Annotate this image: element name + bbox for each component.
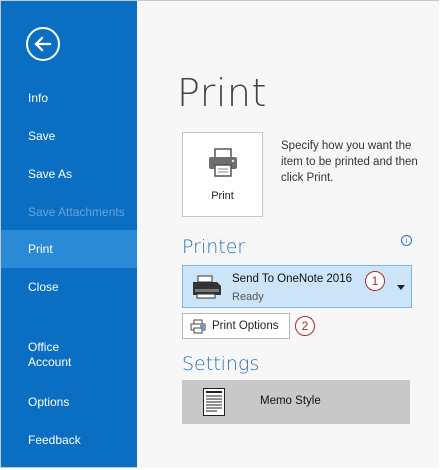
print-options-label: Print Options: [212, 320, 279, 332]
sidebar-item-office-account[interactable]: Office Account: [1, 336, 137, 374]
sidebar-item-print[interactable]: Print: [1, 230, 137, 268]
print-pane: Print Print Specify how you want the ite…: [137, 1, 439, 468]
settings-section-title: Settings: [182, 353, 260, 375]
callout-badge-2: 2: [295, 316, 315, 336]
backstage-sidebar: Info Save Save As Save Attachments Print…: [1, 1, 137, 467]
sidebar-item-feedback[interactable]: Feedback: [1, 421, 137, 459]
printer-status: Ready: [232, 291, 264, 303]
sidebar-item-save-as[interactable]: Save As: [1, 155, 137, 193]
memo-style-label: Memo Style: [260, 395, 321, 407]
page-title: Print: [177, 71, 267, 115]
sidebar-item-options[interactable]: Options: [1, 383, 137, 421]
memo-document-icon: [203, 388, 225, 416]
chevron-down-icon: [397, 285, 405, 290]
print-description: Specify how you want the item to be prin…: [281, 140, 418, 184]
print-button[interactable]: Print: [182, 132, 263, 217]
sidebar-item-save[interactable]: Save: [1, 117, 137, 155]
memo-style-option[interactable]: Memo Style: [182, 380, 410, 424]
callout-badge-1: 1: [365, 271, 385, 291]
sidebar-item-info[interactable]: Info: [1, 79, 137, 117]
sidebar-item-close[interactable]: Close: [1, 268, 137, 306]
back-button[interactable]: [26, 27, 60, 61]
print-options-button[interactable]: Print Options: [182, 313, 290, 339]
sidebar-item-save-attachments: Save Attachments: [28, 204, 125, 219]
printer-name: Send To OneNote 2016: [232, 273, 352, 285]
back-arrow-icon: [34, 36, 52, 52]
printer-icon: [209, 148, 237, 177]
print-options-icon: [190, 319, 206, 333]
printer-section-title: Printer: [182, 236, 246, 258]
print-button-label: Print: [211, 190, 234, 202]
printer-device-icon: [193, 275, 221, 299]
info-icon[interactable]: i: [401, 235, 412, 246]
